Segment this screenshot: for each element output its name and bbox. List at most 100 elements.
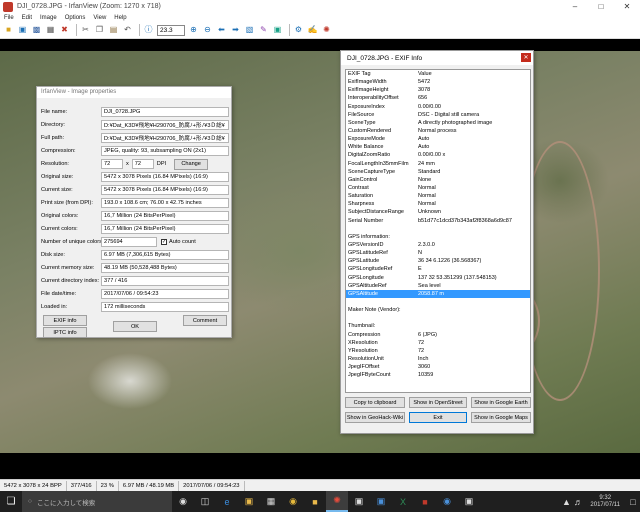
prop-value[interactable]: 48.19 MB (50,528,488 Bytes)	[101, 263, 229, 273]
undo-icon[interactable]: ↶	[122, 25, 133, 36]
show-in-openstreet-button[interactable]: Show in OpenStreet	[409, 397, 467, 408]
show-in-google-earth-button[interactable]: Show in Google Earth	[471, 397, 531, 408]
menu-options[interactable]: Options	[65, 15, 86, 21]
thumbnails-icon[interactable]: ▧	[244, 25, 255, 36]
exif-row[interactable]: GPSLatitude 36 34 6.1226 (36.568367)	[346, 257, 530, 265]
exif-row[interactable]: Maker Note (Vendor):	[346, 306, 530, 314]
task-view-icon[interactable]: ◫	[194, 491, 216, 512]
previous-icon[interactable]: ⬅	[216, 25, 227, 36]
prop-value[interactable]: 172 milliseconds	[101, 302, 229, 312]
settings-icon[interactable]: ⚙	[293, 25, 304, 36]
zoom-in-icon[interactable]: ⊕	[188, 25, 199, 36]
folder-icon[interactable]: ■	[304, 491, 326, 512]
exif-row[interactable]: White Balance Auto	[346, 143, 530, 151]
prop-value[interactable]: 377 / 416	[101, 276, 229, 286]
exif-row[interactable]	[346, 314, 530, 322]
exif-row[interactable]: ExposureIndex 0.00/0.00	[346, 103, 530, 111]
exif-row[interactable]: Saturation Normal	[346, 192, 530, 200]
save-icon[interactable]: ▩	[31, 25, 42, 36]
delete-icon[interactable]: ✖	[59, 25, 70, 36]
network-icon[interactable]: ▲	[560, 491, 572, 512]
menu-help[interactable]: Help	[114, 15, 126, 21]
file-explorer-icon[interactable]: ▣	[238, 491, 260, 512]
paint-icon[interactable]: ✎	[258, 25, 269, 36]
app-icon[interactable]: ▣	[348, 491, 370, 512]
menu-view[interactable]: View	[93, 15, 106, 21]
info-icon[interactable]: ⓘ	[143, 25, 154, 36]
comment-button[interactable]: Comment	[183, 315, 227, 326]
exif-row[interactable]: Compression 6 (JPG)	[346, 331, 530, 339]
copy-to-clipboard-button[interactable]: Copy to clipboard	[345, 397, 405, 408]
exif-row[interactable]: ResolutionUnit Inch	[346, 355, 530, 363]
slideshow-icon[interactable]: ▣	[17, 25, 28, 36]
next-icon[interactable]: ➡	[230, 25, 241, 36]
exif-row[interactable]: SubjectDistanceRange Unknown	[346, 208, 530, 216]
change-button[interactable]: Change	[174, 158, 209, 170]
exif-row[interactable]: GPSLatitudeRef N	[346, 249, 530, 257]
prop-value[interactable]: 193.0 x 108.6 cm; 76.00 x 42.75 inches	[101, 198, 229, 208]
irfanview-logo-icon[interactable]: ✺	[321, 25, 332, 36]
irfanview-taskbar-icon[interactable]: ✺	[326, 491, 348, 512]
zoom-out-icon[interactable]: ⊖	[202, 25, 213, 36]
exif-row[interactable]: GPSLongitudeRef E	[346, 265, 530, 273]
exif-row[interactable]: YResolution 72	[346, 347, 530, 355]
app-icon[interactable]: ◉	[436, 491, 458, 512]
app-icon[interactable]: ▣	[370, 491, 392, 512]
open-folder-icon[interactable]: ■	[3, 25, 14, 36]
exif-row[interactable]: ExifImageWidth 5472	[346, 78, 530, 86]
prop-value[interactable]: 16,7 Million (24 BitsPerPixel)	[101, 224, 229, 234]
exif-row[interactable]: CustomRendered Normal process	[346, 127, 530, 135]
menu-image[interactable]: Image	[40, 15, 57, 21]
prop-value[interactable]: 6.97 MB (7,306,615 Bytes)	[101, 250, 229, 260]
notification-icon[interactable]: □	[626, 491, 640, 512]
maximize-button[interactable]: □	[588, 0, 614, 13]
show-in-google-maps-button[interactable]: Show in Google Maps	[471, 412, 531, 423]
paste-icon[interactable]: ▤	[108, 25, 119, 36]
prop-value[interactable]: 16,7 Million (24 BitsPerPixel)	[101, 211, 229, 221]
exif-row[interactable]: SceneCaptureType Standard	[346, 168, 530, 176]
clock[interactable]: 9:32 2017/07/11	[584, 495, 626, 509]
exif-close-button[interactable]: ✕	[521, 53, 531, 62]
image-icon[interactable]: ▣	[272, 25, 283, 36]
zoom-input[interactable]: 23.3	[157, 24, 185, 36]
exif-row[interactable]: FocalLengthIn35mmFilm 24 mm	[346, 160, 530, 168]
iptc-info-button[interactable]: IPTC info	[43, 327, 87, 338]
exif-row[interactable]: ExposureMode Auto	[346, 135, 530, 143]
prop-value[interactable]: 5472 x 3078 Pixels (16.84 MPixels) (16:9…	[101, 172, 229, 182]
exif-tag-list[interactable]: EXIF Tag Value ExifImageWidth 5472 ExifIma…	[345, 69, 531, 393]
close-button[interactable]: ✕	[614, 0, 640, 13]
exif-row[interactable]: Serial Number b51d77c1dcd37b343af2f8368a6…	[346, 217, 530, 225]
edit-icon[interactable]: ✍	[307, 25, 318, 36]
exif-row[interactable]: GainControl None	[346, 176, 530, 184]
exif-info-button[interactable]: EXIF info	[43, 315, 87, 326]
print-icon[interactable]: ▦	[45, 25, 56, 36]
exif-row[interactable]	[346, 298, 530, 306]
exif-row[interactable]: DigitalZoomRatio 0.00/0.00 x	[346, 151, 530, 159]
menu-edit[interactable]: Edit	[22, 15, 32, 21]
exif-row[interactable]	[346, 225, 530, 233]
exif-row[interactable]: GPSVersionID 2.3.0.0	[346, 241, 530, 249]
resolution-x-input[interactable]: 72	[101, 159, 123, 169]
chrome-icon[interactable]: ◉	[282, 491, 304, 512]
exif-row[interactable]: JpegIFByteCount 10359	[346, 371, 530, 379]
taskbar-search-input[interactable]: ○ ここに入力して検索	[22, 491, 172, 512]
menu-file[interactable]: File	[4, 15, 14, 21]
prop-value[interactable]: 2017/07/06 / 09:54:23	[101, 289, 229, 299]
exif-row[interactable]: GPSAltitudeRef Sea level	[346, 282, 530, 290]
exif-row[interactable]: FileSource DSC - Digital still camera	[346, 111, 530, 119]
exif-row[interactable]: Sharpness Normal	[346, 200, 530, 208]
store-icon[interactable]: ▦	[260, 491, 282, 512]
copy-icon[interactable]: ❐	[94, 25, 105, 36]
exif-row[interactable]: Thumbnail:	[346, 322, 530, 330]
exif-row[interactable]: Contrast Normal	[346, 184, 530, 192]
edge-icon[interactable]: e	[216, 491, 238, 512]
ok-button[interactable]: OK	[113, 321, 157, 332]
cut-icon[interactable]: ✂	[80, 25, 91, 36]
show-in-geohack-button[interactable]: Show in GeoHack-Wiki	[345, 412, 405, 423]
exif-row[interactable]: GPSLongitude 137 32 53.351299 (137.548153…	[346, 274, 530, 282]
minimize-button[interactable]: –	[562, 0, 588, 13]
resolution-y-input[interactable]: 72	[131, 159, 154, 169]
prop-value[interactable]: 5472 x 3078 Pixels (16.84 MPixels) (16:9…	[101, 185, 229, 195]
volume-icon[interactable]: ♬	[572, 491, 584, 512]
windows-start-icon[interactable]: ❏	[0, 491, 22, 512]
